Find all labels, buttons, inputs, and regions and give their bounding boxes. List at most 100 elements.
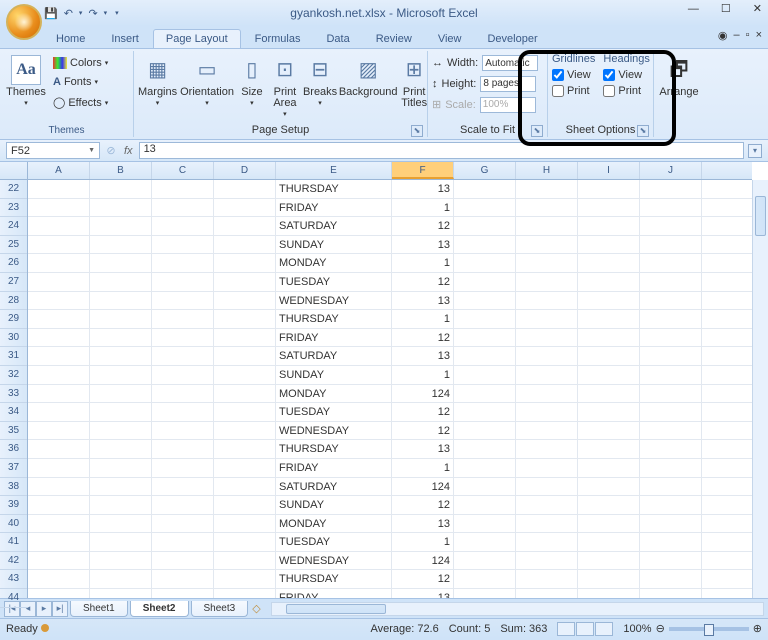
cell[interactable] bbox=[90, 385, 152, 403]
cell[interactable] bbox=[640, 385, 702, 403]
cell[interactable] bbox=[454, 533, 516, 551]
cell[interactable] bbox=[214, 459, 276, 477]
cell[interactable] bbox=[90, 515, 152, 533]
cell[interactable] bbox=[578, 533, 640, 551]
cell[interactable] bbox=[454, 236, 516, 254]
cell[interactable] bbox=[90, 478, 152, 496]
row-header[interactable]: 39 bbox=[0, 496, 27, 515]
cell[interactable] bbox=[516, 552, 578, 570]
cell[interactable] bbox=[516, 570, 578, 588]
cell[interactable]: SUNDAY bbox=[276, 236, 392, 254]
col-header-A[interactable]: A bbox=[28, 162, 90, 179]
cell[interactable]: THURSDAY bbox=[276, 180, 392, 198]
cell[interactable] bbox=[152, 533, 214, 551]
cell[interactable] bbox=[28, 478, 90, 496]
cell[interactable] bbox=[454, 496, 516, 514]
row-header[interactable]: 26 bbox=[0, 254, 27, 273]
cell[interactable] bbox=[28, 347, 90, 365]
cell[interactable] bbox=[640, 273, 702, 291]
row-header[interactable]: 32 bbox=[0, 366, 27, 385]
cell[interactable] bbox=[214, 552, 276, 570]
cell[interactable]: MONDAY bbox=[276, 254, 392, 272]
cell[interactable] bbox=[454, 347, 516, 365]
cell[interactable] bbox=[152, 403, 214, 421]
cell[interactable] bbox=[28, 552, 90, 570]
cell[interactable] bbox=[90, 347, 152, 365]
cell[interactable] bbox=[214, 496, 276, 514]
cell[interactable] bbox=[152, 236, 214, 254]
background-button[interactable]: ▨Background bbox=[340, 53, 396, 123]
cell[interactable] bbox=[28, 310, 90, 328]
cell[interactable] bbox=[28, 292, 90, 310]
cell[interactable] bbox=[90, 496, 152, 514]
row-header[interactable]: 24 bbox=[0, 217, 27, 236]
cell[interactable] bbox=[214, 385, 276, 403]
row-header[interactable]: 27 bbox=[0, 273, 27, 292]
cell[interactable] bbox=[578, 199, 640, 217]
cell[interactable] bbox=[516, 329, 578, 347]
cell[interactable]: 12 bbox=[392, 273, 454, 291]
cell[interactable] bbox=[516, 254, 578, 272]
row-header[interactable]: 37 bbox=[0, 459, 27, 478]
cell[interactable]: 12 bbox=[392, 570, 454, 588]
cell[interactable] bbox=[90, 366, 152, 384]
cell[interactable] bbox=[90, 310, 152, 328]
cell[interactable] bbox=[516, 273, 578, 291]
cell[interactable]: 1 bbox=[392, 254, 454, 272]
cell[interactable] bbox=[578, 403, 640, 421]
cell[interactable] bbox=[152, 366, 214, 384]
cell[interactable]: 1 bbox=[392, 199, 454, 217]
formula-bar[interactable]: 13 bbox=[139, 142, 744, 159]
tab-home[interactable]: Home bbox=[44, 30, 97, 48]
cell[interactable] bbox=[640, 533, 702, 551]
themes-button[interactable]: Aa Themes▾ bbox=[4, 53, 48, 124]
sheet-tab-sheet3[interactable]: Sheet3 bbox=[191, 601, 249, 617]
cell[interactable] bbox=[578, 310, 640, 328]
page-setup-launcher-icon[interactable]: ⬊ bbox=[411, 125, 423, 137]
cell[interactable] bbox=[640, 292, 702, 310]
gridlines-print-checkbox[interactable]: Print bbox=[552, 84, 595, 98]
cell[interactable]: SATURDAY bbox=[276, 217, 392, 235]
breaks-button[interactable]: ⊟Breaks▾ bbox=[303, 53, 337, 123]
cell[interactable] bbox=[516, 478, 578, 496]
cell[interactable] bbox=[90, 217, 152, 235]
cell[interactable] bbox=[516, 459, 578, 477]
cell[interactable] bbox=[90, 422, 152, 440]
cell[interactable] bbox=[214, 347, 276, 365]
cell[interactable] bbox=[578, 440, 640, 458]
cell[interactable]: FRIDAY bbox=[276, 589, 392, 598]
cell[interactable] bbox=[214, 254, 276, 272]
cell[interactable] bbox=[640, 403, 702, 421]
cell[interactable] bbox=[516, 533, 578, 551]
zoom-slider[interactable] bbox=[669, 627, 749, 631]
row-header[interactable]: 22 bbox=[0, 180, 27, 199]
row-header[interactable]: 30 bbox=[0, 329, 27, 348]
cell[interactable] bbox=[90, 273, 152, 291]
cell[interactable] bbox=[28, 329, 90, 347]
cell[interactable] bbox=[640, 478, 702, 496]
select-all-corner[interactable] bbox=[0, 162, 28, 180]
sheet-tab-sheet2[interactable]: Sheet2 bbox=[130, 601, 189, 617]
cell[interactable] bbox=[578, 496, 640, 514]
row-header[interactable]: 29 bbox=[0, 310, 27, 329]
sheet-options-launcher-icon[interactable]: ⬊ bbox=[637, 125, 649, 137]
scale-launcher-icon[interactable]: ⬊ bbox=[531, 125, 543, 137]
cell[interactable]: THURSDAY bbox=[276, 570, 392, 588]
cell[interactable] bbox=[516, 496, 578, 514]
row-header[interactable]: 33 bbox=[0, 385, 27, 404]
zoom-level[interactable]: 100% bbox=[623, 623, 651, 635]
tab-insert[interactable]: Insert bbox=[99, 30, 151, 48]
cell[interactable] bbox=[640, 459, 702, 477]
cell[interactable] bbox=[640, 366, 702, 384]
cell[interactable] bbox=[152, 440, 214, 458]
cell[interactable] bbox=[152, 552, 214, 570]
cell[interactable] bbox=[516, 366, 578, 384]
cell[interactable] bbox=[152, 310, 214, 328]
cell[interactable] bbox=[90, 552, 152, 570]
cell[interactable]: 1 bbox=[392, 310, 454, 328]
row-header[interactable]: 44 bbox=[0, 589, 27, 608]
cell[interactable] bbox=[578, 217, 640, 235]
cell[interactable] bbox=[28, 440, 90, 458]
cell[interactable]: 13 bbox=[392, 236, 454, 254]
cell[interactable] bbox=[578, 273, 640, 291]
